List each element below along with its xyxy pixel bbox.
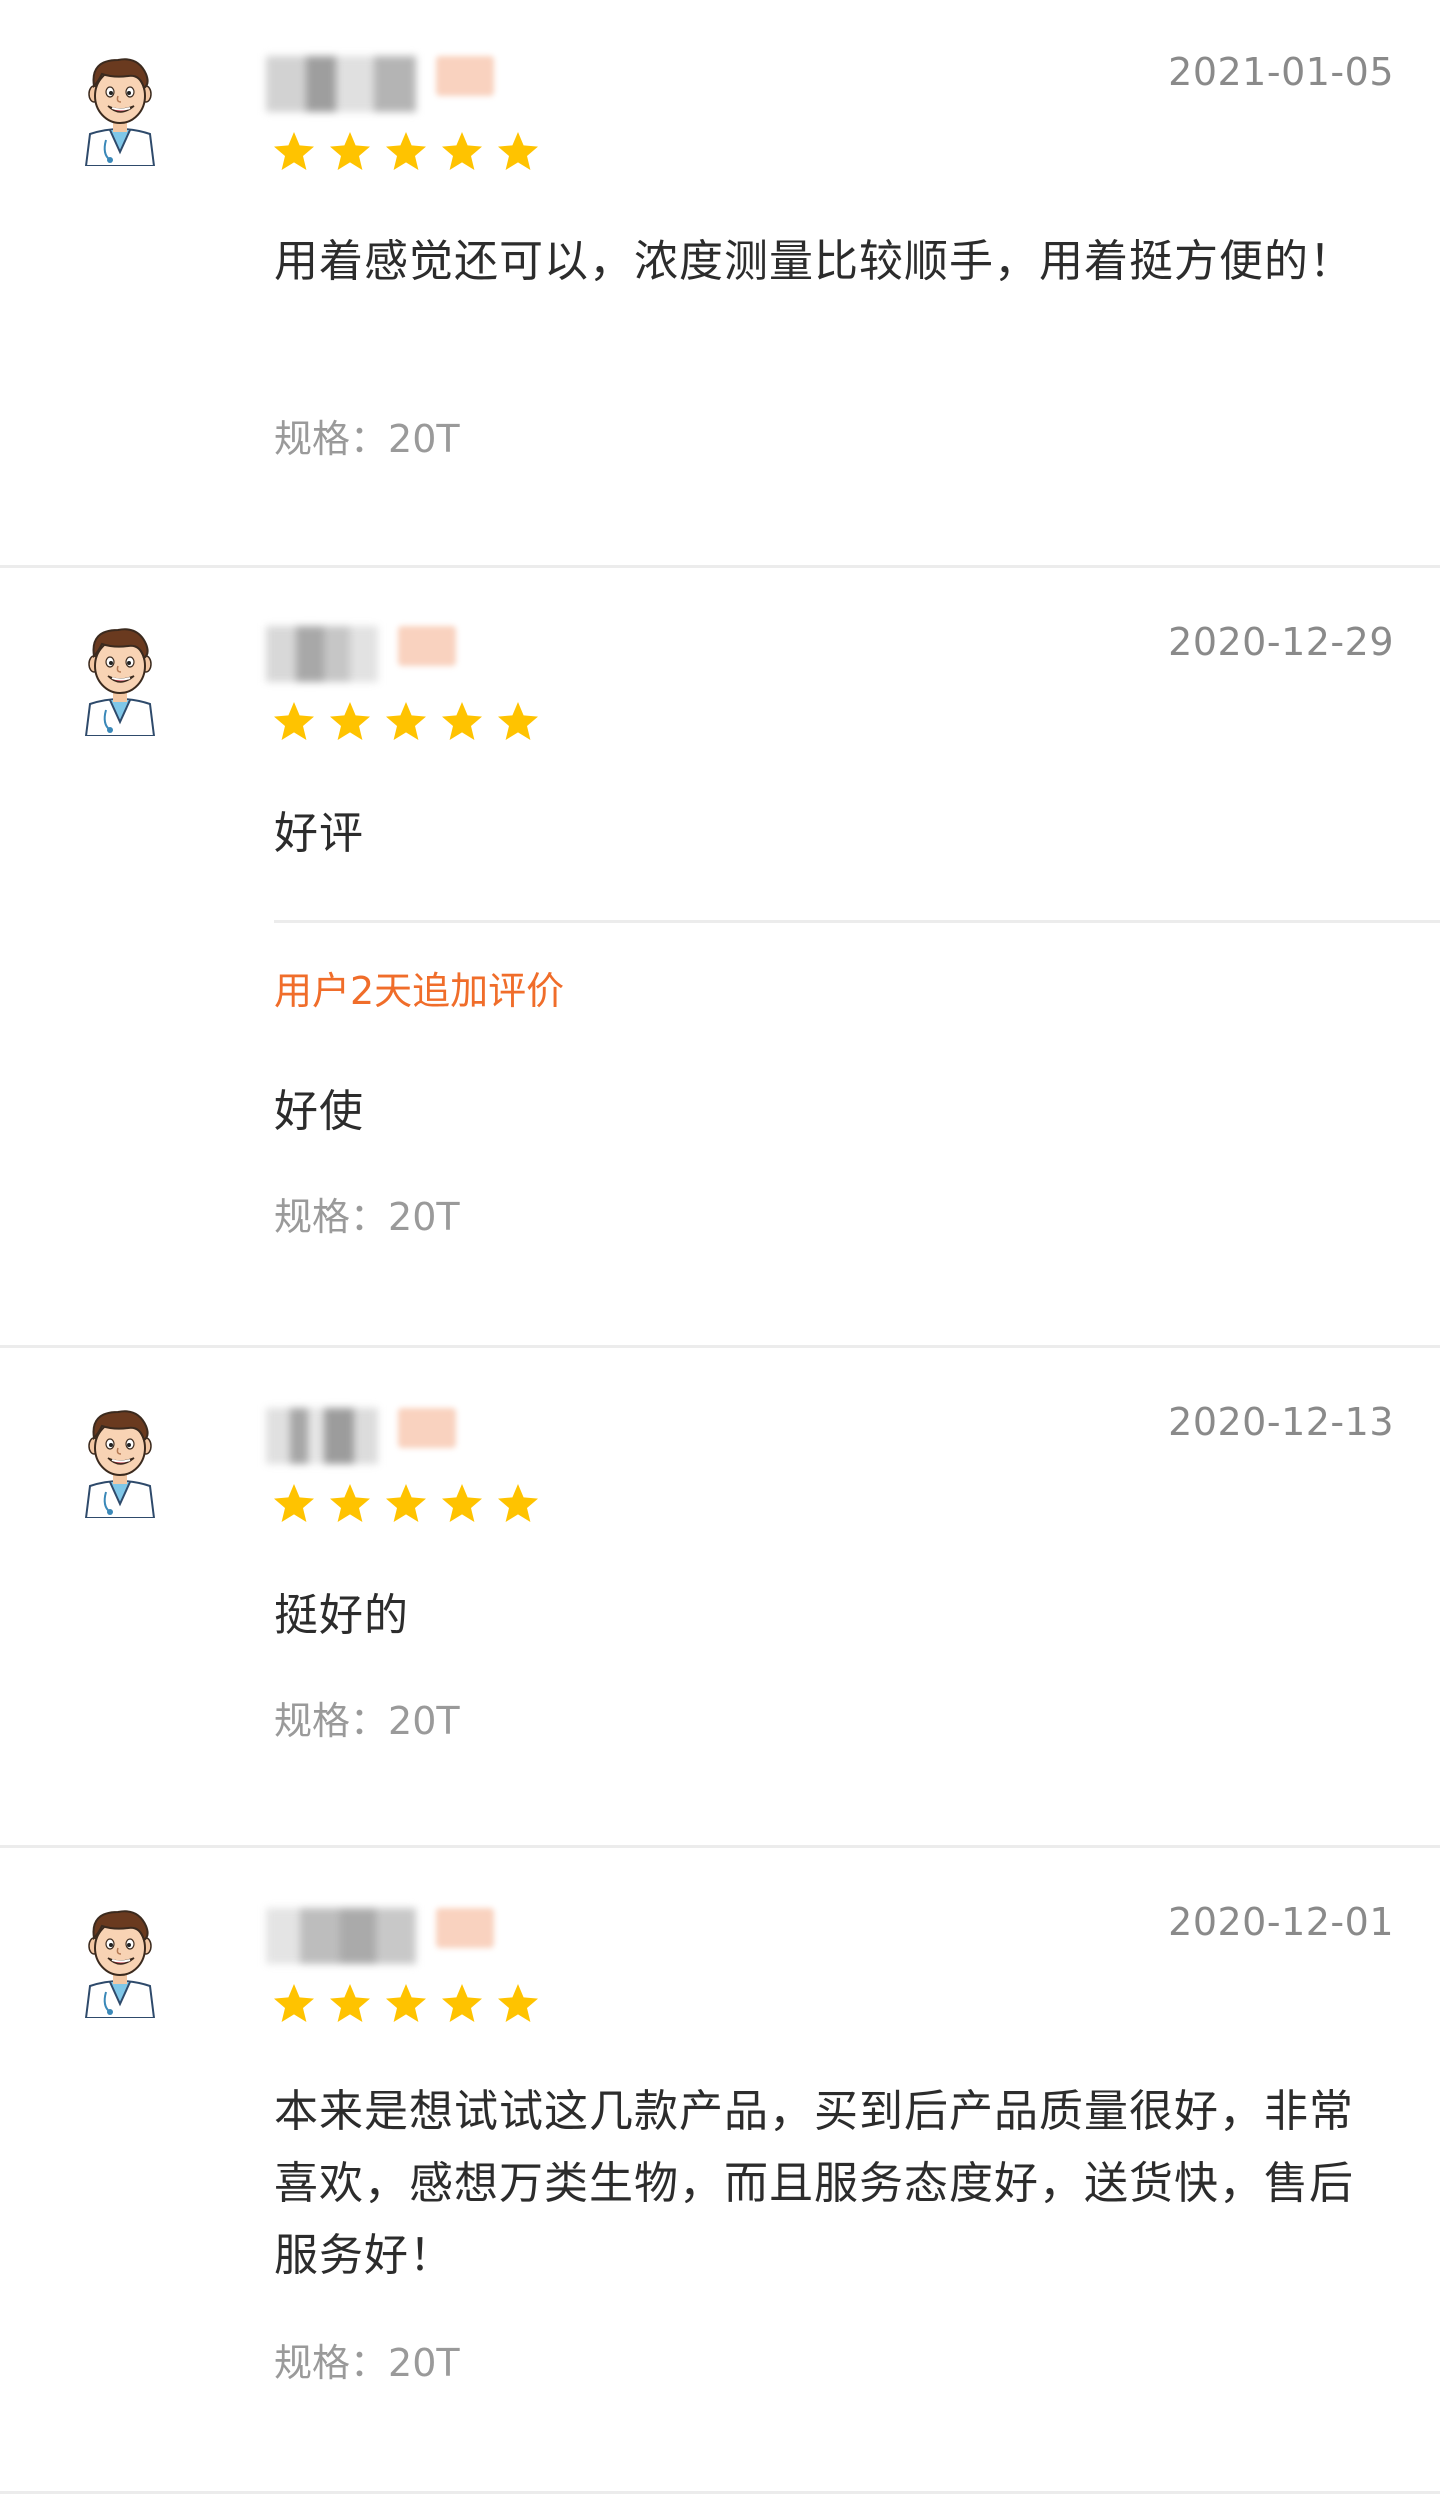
spec-info: 规格：20T (274, 408, 460, 463)
followup-text: 好使 (274, 1086, 364, 1137)
member-badge (398, 626, 456, 666)
spec-value: 20T (388, 1699, 460, 1743)
star-icon (386, 1984, 426, 2022)
review-text: 挺好的 (274, 1590, 409, 1641)
spec-label: 规格： (274, 2341, 389, 2385)
star-icon (498, 1484, 538, 1522)
spec-label: 规格： (274, 1699, 389, 1743)
spec-label: 规格： (274, 417, 389, 461)
review-item: 2020-12-01 本来是想试试这几款产品，买到后产品质量很好，非常喜欢，感想… (0, 1848, 1440, 2494)
member-badge (436, 56, 494, 96)
star-icon (274, 1984, 314, 2022)
star-icon (386, 132, 426, 170)
review-item: 2020-12-13 挺好的 规格：20T (0, 1348, 1440, 1848)
star-icon (274, 132, 314, 170)
rating-stars (272, 1482, 540, 1526)
star-icon (330, 132, 370, 170)
spec-info: 规格：20T (274, 1690, 460, 1745)
spec-info: 规格：20T (274, 1186, 460, 1241)
star-icon (274, 702, 314, 740)
reviewer-name-blurred (266, 1408, 378, 1464)
star-icon (442, 1984, 482, 2022)
rating-stars (272, 130, 540, 174)
star-icon (442, 132, 482, 170)
star-icon (442, 702, 482, 740)
review-date: 2020-12-29 (1168, 620, 1394, 664)
review-date: 2020-12-01 (1168, 1900, 1394, 1944)
star-icon (498, 132, 538, 170)
star-icon (498, 702, 538, 740)
review-date: 2021-01-05 (1168, 50, 1394, 94)
member-badge (436, 1908, 494, 1948)
star-icon (330, 702, 370, 740)
star-icon (498, 1984, 538, 2022)
spec-value: 20T (388, 417, 460, 461)
rating-stars (272, 700, 540, 744)
star-icon (442, 1484, 482, 1522)
spec-info: 规格：20T (274, 2332, 460, 2387)
spec-value: 20T (388, 2341, 460, 2385)
star-icon (274, 1484, 314, 1522)
avatar[interactable] (80, 1908, 160, 2018)
star-icon (386, 702, 426, 740)
rating-stars (272, 1982, 540, 2026)
review-item: 2021-01-05 用着感觉还可以，浓度测量比较顺手，用着挺方便的！ 规格：2… (0, 0, 1440, 568)
review-text: 用着感觉还可以，浓度测量比较顺手，用着挺方便的！ (274, 236, 1354, 287)
member-badge (398, 1408, 456, 1448)
avatar[interactable] (80, 56, 160, 166)
reviewer-name-blurred (266, 56, 416, 112)
followup-divider (274, 920, 1440, 923)
spec-value: 20T (388, 1195, 460, 1239)
review-date: 2020-12-13 (1168, 1400, 1394, 1444)
avatar[interactable] (80, 1408, 160, 1518)
review-text: 本来是想试试这几款产品，买到后产品质量很好，非常喜欢，感想万类生物，而且服务态度… (274, 2086, 1354, 2281)
avatar[interactable] (80, 626, 160, 736)
star-icon (330, 1484, 370, 1522)
star-icon (386, 1484, 426, 1522)
reviewer-name-blurred (266, 1908, 416, 1964)
review-text: 好评 (274, 808, 364, 859)
star-icon (330, 1984, 370, 2022)
review-item: 2020-12-29 好评 用户2天追加评价 好使 规格：20T (0, 568, 1440, 1348)
reviewer-name-blurred (266, 626, 378, 682)
followup-label: 用户2天追加评价 (274, 969, 565, 1013)
spec-label: 规格： (274, 1195, 389, 1239)
